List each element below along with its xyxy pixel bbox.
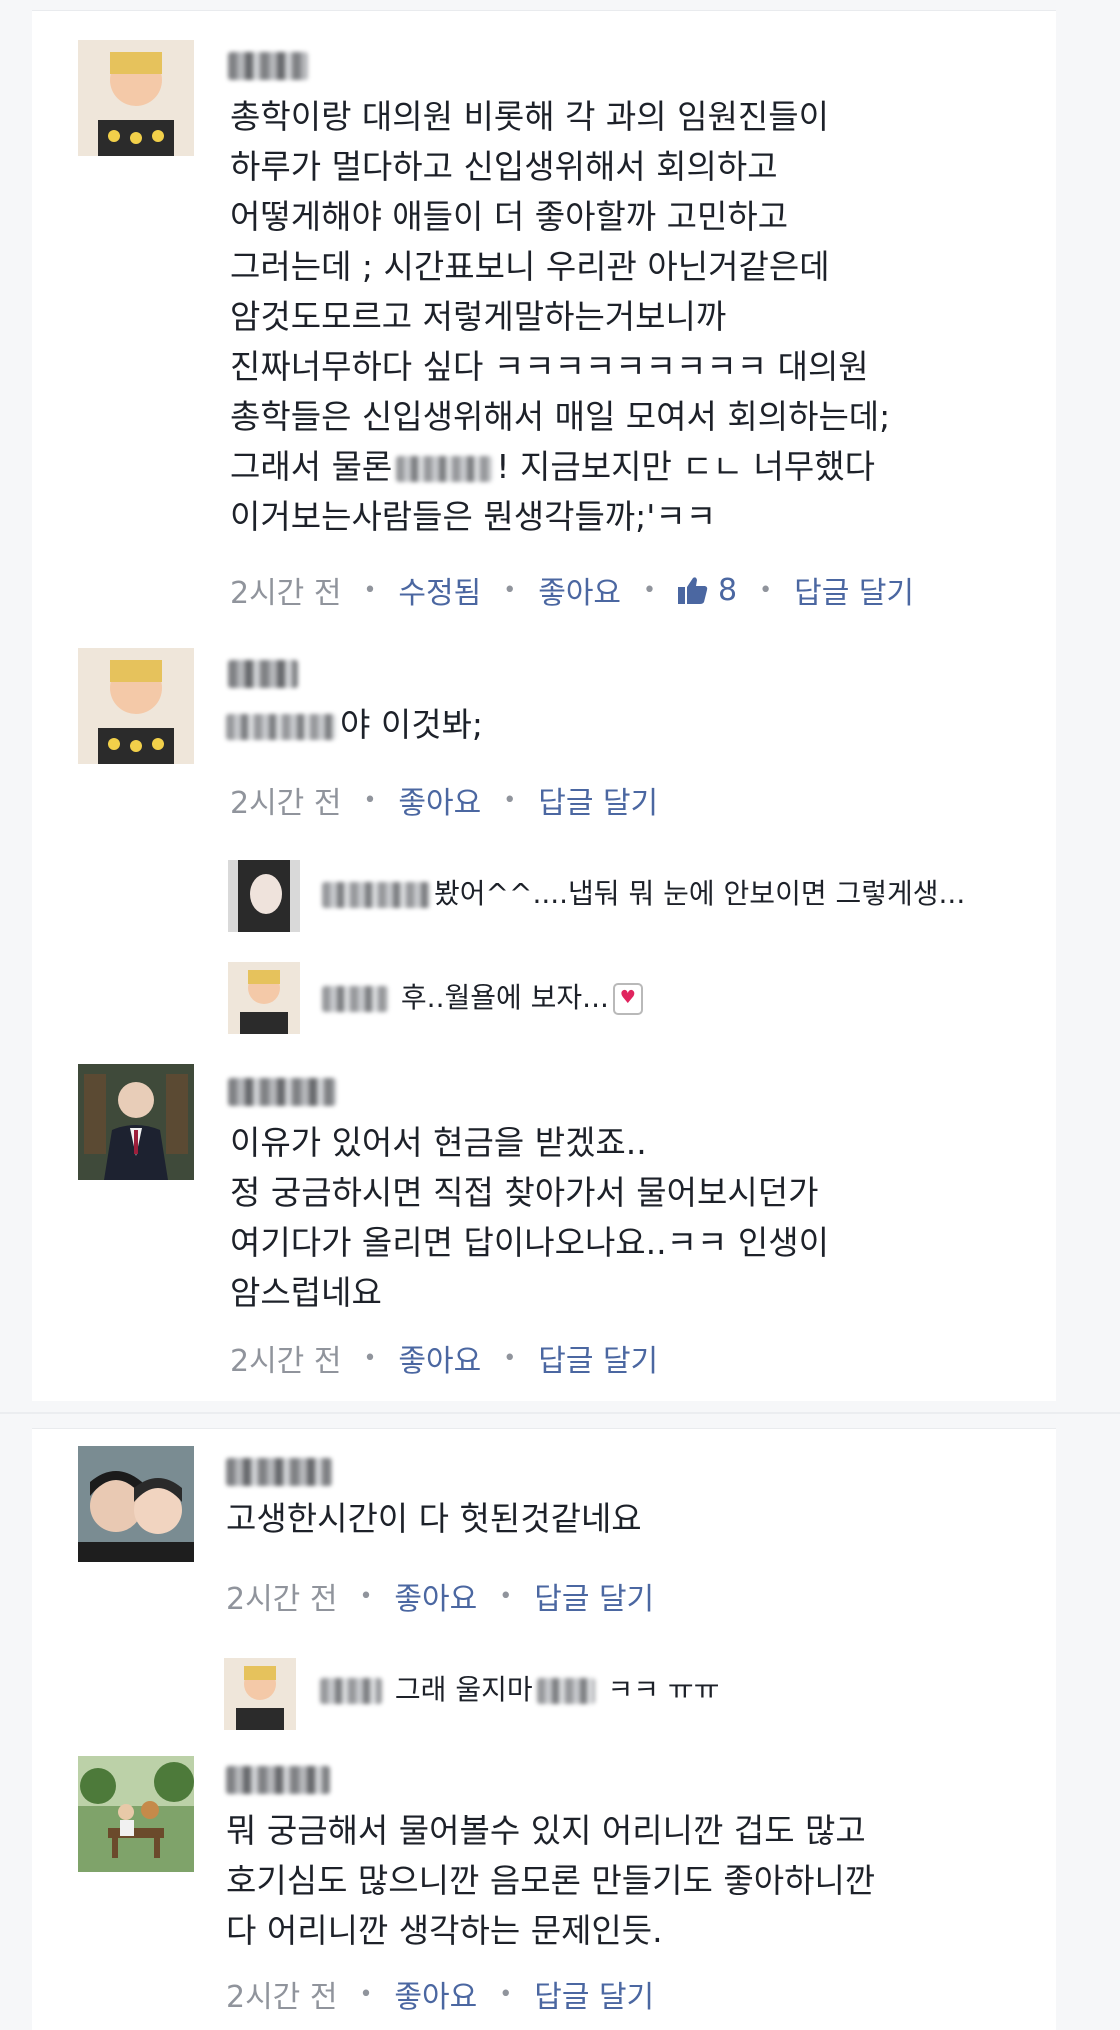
like-button[interactable]: 좋아요 (398, 778, 481, 822)
reply-button[interactable]: 답글 달기 (534, 1574, 654, 1618)
separator-dot: • (759, 577, 773, 603)
timestamp: 2시간 전 (226, 1582, 338, 1617)
reply-button[interactable]: 답글 달기 (534, 1972, 654, 2016)
separator-dot: • (503, 577, 517, 603)
like-button[interactable]: 좋아요 (394, 1574, 477, 1618)
separator-dot: • (503, 1345, 517, 1371)
separator-dot: • (359, 1981, 373, 2007)
avatar[interactable] (78, 40, 194, 156)
like-button[interactable]: 좋아요 (394, 1972, 477, 2016)
thumbs-up-icon (678, 577, 708, 604)
blurred-name[interactable] (320, 1678, 382, 1704)
comment-meta: 2시간 전 • 좋아요 • 답글 달기 (230, 1336, 658, 1380)
avatar[interactable] (78, 1756, 194, 1872)
avatar[interactable] (228, 962, 300, 1034)
separator-dot: • (499, 1583, 513, 1609)
comment-text: 야 이것봐; (222, 700, 483, 750)
comment-meta: 2시간 전 • 좋아요 • 답글 달기 (226, 1972, 654, 2016)
separator-dot: • (643, 577, 657, 603)
reply-button[interactable]: 답글 달기 (538, 778, 658, 822)
section-divider (0, 1412, 1120, 1414)
timestamp: 2시간 전 (230, 576, 342, 611)
separator-dot: • (499, 1981, 513, 2007)
blurred-name[interactable] (322, 882, 430, 908)
reply-button[interactable]: 답글 달기 (794, 568, 914, 612)
comment-meta: 2시간 전 • 수정됨 • 좋아요 • 8 • 답글 달기 (230, 568, 914, 612)
timestamp: 2시간 전 (230, 786, 342, 821)
blurred-mention[interactable] (536, 1678, 595, 1704)
author-name[interactable] (226, 1458, 332, 1486)
avatar[interactable] (78, 1064, 194, 1180)
author-name[interactable] (228, 660, 298, 688)
comment-text: 이유가 있어서 현금을 받겠죠.. 정 궁금하시면 직접 찾아가서 물어보시던가… (230, 1123, 829, 1312)
like-button[interactable]: 좋아요 (538, 568, 621, 612)
blurred-name (396, 455, 493, 482)
separator-dot: • (363, 1345, 377, 1371)
separator-dot: • (359, 1583, 373, 1609)
avatar[interactable] (224, 1658, 296, 1730)
blurred-name[interactable] (322, 986, 388, 1012)
blurred-mention[interactable] (226, 713, 336, 740)
comment-meta: 2시간 전 • 좋아요 • 답글 달기 (230, 778, 658, 822)
edited-link[interactable]: 수정됨 (398, 568, 481, 612)
author-name[interactable] (226, 1766, 330, 1794)
separator-dot: • (363, 577, 377, 603)
like-button[interactable]: 좋아요 (398, 1336, 481, 1380)
separator-dot: • (503, 787, 517, 813)
like-count[interactable]: 8 (678, 573, 737, 608)
comment-text: 뭐 궁금해서 물어볼수 있지 어리니깐 겁도 많고 호기심도 많으니깐 음모론 … (226, 1811, 876, 1950)
comment-text: 총학이랑 대의원 비롯해 각 과의 임원진들이 하루가 멀다하고 신입생위해서 … (230, 97, 891, 536)
avatar[interactable] (228, 860, 300, 932)
heart-icon: ♥ (612, 983, 643, 1015)
timestamp: 2시간 전 (226, 1980, 338, 2015)
separator-dot: • (363, 787, 377, 813)
comment-text: 고생한시간이 다 헛된것같네요 (226, 1499, 642, 1538)
author-name[interactable] (228, 1078, 336, 1106)
reply-button[interactable]: 답글 달기 (538, 1336, 658, 1380)
author-name[interactable] (228, 52, 308, 80)
avatar[interactable] (78, 648, 194, 764)
timestamp: 2시간 전 (230, 1344, 342, 1379)
reply-text: 후..월욜에 보자... ♥ (318, 978, 643, 1018)
comment-meta: 2시간 전 • 좋아요 • 답글 달기 (226, 1574, 654, 1618)
reply-text: 봤어^^....냅둬 뭐 눈에 안보이면 그렇게생... (318, 874, 965, 914)
reply-text: 그래 울지마 ㅋㅋ ㅠㅠ (316, 1670, 719, 1710)
avatar[interactable] (78, 1446, 194, 1562)
